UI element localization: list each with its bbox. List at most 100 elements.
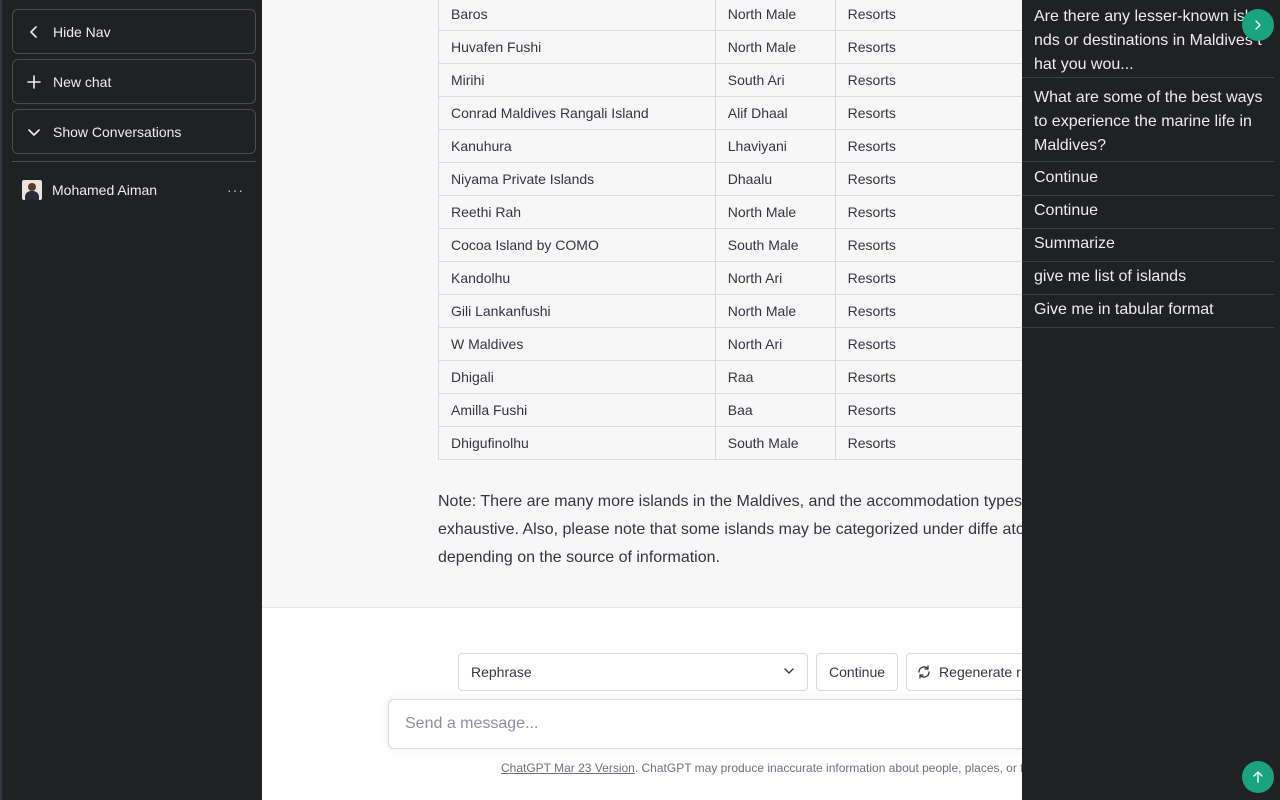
refresh-icon <box>918 665 930 679</box>
regenerate-button[interactable]: Regenerate r <box>906 653 1022 691</box>
hide-nav-label: Hide Nav <box>53 23 111 40</box>
atoll-cell: North Ari <box>714 261 836 295</box>
accommodation-type-cell: Resorts <box>834 261 1022 295</box>
atoll-cell: North Male <box>714 30 836 64</box>
table-row: Reethi Rah North Male Resorts <box>438 195 1022 229</box>
show-conversations-button[interactable]: Show Conversations <box>12 109 256 154</box>
island-name-cell: W Maldives <box>438 327 716 361</box>
left-sidebar: Hide Nav New chat Show Conversations Moh… <box>0 0 262 800</box>
island-name-cell: Dhigufinolhu <box>438 426 716 460</box>
island-name-cell: Cocoa Island by COMO <box>438 228 716 262</box>
assistant-message: Baros North Male Resorts Huvafen Fushi North… <box>262 0 1022 608</box>
chevron-down-icon <box>26 124 42 140</box>
table-row: Kanuhura Lhaviyani Resorts <box>438 129 1022 163</box>
accommodation-type-cell: Resorts <box>834 162 1022 196</box>
panel-item[interactable]: give me list of islands <box>1022 262 1274 295</box>
island-name-cell: Baros <box>438 0 716 31</box>
hide-nav-button[interactable]: Hide Nav <box>12 9 256 54</box>
accommodation-type-cell: Resorts <box>834 426 1022 460</box>
plus-icon <box>26 74 42 90</box>
version-link[interactable]: ChatGPT Mar 23 Version <box>501 761 635 775</box>
island-name-cell: Amilla Fushi <box>438 393 716 427</box>
atoll-cell: North Male <box>714 0 836 31</box>
continue-label: Continue <box>829 664 886 680</box>
accommodation-type-cell: Resorts <box>834 129 1022 163</box>
panel-item[interactable]: Continue <box>1022 196 1274 229</box>
disclaimer-text: . ChatGPT may produce inaccurate informa… <box>634 761 1022 775</box>
footer-disclaimer: ChatGPT Mar 23 Version. ChatGPT may prod… <box>501 761 1022 775</box>
accommodation-type-cell: Resorts <box>834 228 1022 262</box>
island-name-cell: Huvafen Fushi <box>438 30 716 64</box>
table-row: Mirihi South Ari Resorts <box>438 63 1022 97</box>
collapse-panel-button[interactable] <box>1242 9 1274 41</box>
rephrase-label: Rephrase <box>471 664 532 680</box>
island-name-cell: Niyama Private Islands <box>438 162 716 196</box>
panel-item[interactable]: What are some of the best ways to experi… <box>1022 85 1274 162</box>
panel-item[interactable]: Give me in tabular format <box>1022 295 1274 328</box>
island-name-cell: Reethi Rah <box>438 195 716 229</box>
atoll-cell: North Male <box>714 195 836 229</box>
atoll-cell: South Ari <box>714 63 836 97</box>
island-name-cell: Mirihi <box>438 63 716 97</box>
accommodation-type-cell: Resorts <box>834 63 1022 97</box>
table-row: Gili Lankanfushi North Male Resorts <box>438 294 1022 328</box>
island-name-cell: Kandolhu <box>438 261 716 295</box>
table-row: Dhigali Raa Resorts <box>438 360 1022 394</box>
accommodation-type-cell: Resorts <box>834 195 1022 229</box>
rephrase-select[interactable]: Rephrase <box>458 653 808 691</box>
atoll-cell: Dhaalu <box>714 162 836 196</box>
suggestions-panel: Are there any lesser-known isl nds or de… <box>1022 0 1280 800</box>
show-conversations-label: Show Conversations <box>53 123 182 140</box>
atoll-cell: Raa <box>714 360 836 394</box>
message-input[interactable] <box>405 700 1005 748</box>
accommodation-type-cell: Resorts <box>834 294 1022 328</box>
table-row: Dhigufinolhu South Male Resorts <box>438 426 1022 460</box>
atoll-cell: North Ari <box>714 327 836 361</box>
accommodation-type-cell: Resorts <box>834 327 1022 361</box>
chevron-left-icon <box>26 24 42 40</box>
avatar <box>22 180 42 200</box>
more-options-icon[interactable]: ··· <box>227 182 244 198</box>
response-controls: Rephrase Continue Regenerate r <box>458 653 1022 691</box>
chevron-down-icon <box>783 664 795 680</box>
island-name-cell: Conrad Maldives Rangali Island <box>438 96 716 130</box>
table-row: Kandolhu North Ari Resorts <box>438 261 1022 295</box>
accommodation-type-cell: Resorts <box>834 30 1022 64</box>
accommodation-type-cell: Resorts <box>834 360 1022 394</box>
main-chat-area: Baros North Male Resorts Huvafen Fushi North… <box>262 0 1022 800</box>
sidebar-divider <box>12 161 256 162</box>
atoll-cell: Lhaviyani <box>714 129 836 163</box>
continue-button[interactable]: Continue <box>816 653 899 691</box>
table-row: Cocoa Island by COMO South Male Resorts <box>438 228 1022 262</box>
table-row: Conrad Maldives Rangali Island Alif Dhaal… <box>438 96 1022 130</box>
table-row: Niyama Private Islands Dhaalu Resorts <box>438 162 1022 196</box>
new-chat-button[interactable]: New chat <box>12 59 256 104</box>
table-row: Baros North Male Resorts <box>438 0 1022 31</box>
regenerate-label: Regenerate r <box>939 664 1021 680</box>
atoll-cell: Alif Dhaal <box>714 96 836 130</box>
atoll-cell: South Male <box>714 426 836 460</box>
panel-item[interactable]: Are there any lesser-known isl nds or de… <box>1022 5 1274 78</box>
islands-table-body: Baros North Male Resorts Huvafen Fushi North… <box>438 0 1022 460</box>
atoll-cell: Baa <box>714 393 836 427</box>
atoll-cell: North Male <box>714 294 836 328</box>
user-menu[interactable]: Mohamed Aiman ··· <box>12 170 256 210</box>
accommodation-type-cell: Resorts <box>834 0 1022 31</box>
island-name-cell: Dhigali <box>438 360 716 394</box>
new-chat-label: New chat <box>53 73 112 90</box>
panel-item[interactable]: Summarize <box>1022 229 1274 262</box>
panel-item[interactable]: Continue <box>1022 163 1274 196</box>
arrow-up-icon <box>1253 771 1263 783</box>
message-composer <box>388 699 1022 749</box>
accommodation-type-cell: Resorts <box>834 96 1022 130</box>
island-name-cell: Kanuhura <box>438 129 716 163</box>
atoll-cell: South Male <box>714 228 836 262</box>
note-text: Note: There are many more islands in the… <box>438 493 1022 566</box>
accommodation-type-cell: Resorts <box>834 393 1022 427</box>
table-row: Amilla Fushi Baa Resorts <box>438 393 1022 427</box>
chevron-right-icon <box>1255 20 1261 30</box>
islands-table: Baros North Male Resorts Huvafen Fushi North… <box>438 0 1022 460</box>
table-row: W Maldives North Ari Resorts <box>438 327 1022 361</box>
scroll-to-top-button[interactable] <box>1242 761 1274 793</box>
table-row: Huvafen Fushi North Male Resorts <box>438 30 1022 64</box>
